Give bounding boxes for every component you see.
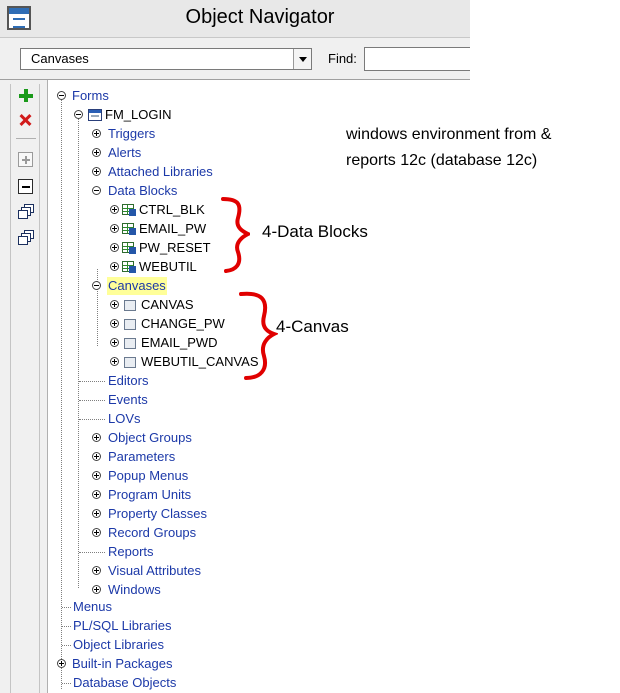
plus-green-icon[interactable]: [18, 88, 34, 104]
data-block-icon: [122, 223, 136, 235]
tree-node-data-blocks[interactable]: Data Blocks: [48, 182, 248, 200]
data-block-icon: [122, 242, 136, 254]
canvas-icon: [124, 300, 136, 311]
expand-toggle-icon[interactable]: [92, 471, 101, 480]
tree-node-canvas[interactable]: WEBUTIL_CANVAS: [48, 353, 268, 371]
expand-toggle-icon[interactable]: [92, 490, 101, 499]
environment-note: windows environment from & reports 12c (…: [346, 122, 616, 174]
context-dropdown[interactable]: Canvases: [20, 48, 312, 70]
expand-toggle-icon[interactable]: [57, 659, 66, 668]
form-module-icon: [88, 109, 102, 121]
data-block-icon: [122, 204, 136, 216]
title-bar[interactable]: Object Navigator: [0, 0, 470, 38]
stack-collapse-icon[interactable]: [18, 230, 36, 248]
stack-expand-icon[interactable]: [18, 204, 36, 222]
tree-node-canvas[interactable]: CANVAS: [48, 296, 268, 314]
canvas-bracket: [239, 291, 278, 380]
canvas-icon: [124, 357, 136, 368]
expand-toggle-icon[interactable]: [92, 167, 101, 176]
collapse-toggle-icon[interactable]: [74, 110, 83, 119]
tree-node-triggers[interactable]: Triggers: [48, 125, 248, 143]
expand-toggle-icon[interactable]: [110, 243, 119, 252]
expand-toggle-icon[interactable]: [92, 585, 101, 594]
canvas-icon: [124, 338, 136, 349]
tree-node-object-groups[interactable]: Object Groups: [48, 429, 248, 447]
object-navigator-window: Object Navigator Canvases Find: Forms FM…: [0, 0, 470, 693]
tree-node-block[interactable]: CTRL_BLK: [48, 201, 248, 219]
tree-node-builtin-packages[interactable]: Built-in Packages: [48, 655, 248, 673]
expand-toggle-icon[interactable]: [92, 452, 101, 461]
tree-node-events[interactable]: Events: [48, 391, 248, 409]
canvas-icon: [124, 319, 136, 330]
find-label: Find:: [328, 51, 357, 66]
context-dropdown-value: Canvases: [31, 51, 89, 66]
x-red-icon[interactable]: [18, 112, 34, 128]
collapse-box-icon[interactable]: [18, 179, 33, 194]
tree-node-database-objects[interactable]: Database Objects: [48, 674, 248, 692]
canvas-note: 4-Canvas: [276, 317, 349, 336]
expand-toggle-icon[interactable]: [110, 338, 119, 347]
tree-node-object-libraries[interactable]: Object Libraries: [48, 636, 248, 654]
tree-node-fm-login[interactable]: FM_LOGIN: [48, 106, 248, 124]
expand-toggle-icon[interactable]: [110, 319, 119, 328]
vertical-toolbar: [0, 80, 48, 693]
window-title: Object Navigator: [185, 6, 335, 28]
tree-node-canvases[interactable]: Canvases: [48, 277, 248, 295]
expand-toggle-icon[interactable]: [110, 300, 119, 309]
expand-toggle-icon[interactable]: [92, 148, 101, 157]
environment-note-line-2: reports 12c (database 12c): [346, 152, 538, 169]
tree-node-windows[interactable]: Windows: [48, 581, 248, 599]
collapse-toggle-icon[interactable]: [92, 281, 101, 290]
tree-node-visual-attributes[interactable]: Visual Attributes: [48, 562, 248, 580]
object-navigator-icon: [7, 6, 31, 30]
tree-node-canvas[interactable]: CHANGE_PW: [48, 315, 268, 333]
collapse-toggle-icon[interactable]: [92, 186, 101, 195]
expand-toggle-icon[interactable]: [110, 262, 119, 271]
expand-toggle-icon[interactable]: [110, 224, 119, 233]
tree-node-menus[interactable]: Menus: [48, 598, 248, 616]
tree-node-block[interactable]: PW_RESET: [48, 239, 248, 257]
tree-node-editors[interactable]: Editors: [48, 372, 248, 390]
environment-note-line-1: windows environment from &: [346, 126, 552, 143]
tree-node-forms[interactable]: Forms: [48, 87, 248, 105]
expand-toggle-icon[interactable]: [92, 528, 101, 537]
expand-toggle-icon[interactable]: [92, 129, 101, 138]
tree-node-property-classes[interactable]: Property Classes: [48, 505, 248, 523]
expand-toggle-icon[interactable]: [110, 357, 119, 366]
expand-box-icon[interactable]: [18, 152, 33, 167]
tree-node-popup-menus[interactable]: Popup Menus: [48, 467, 248, 485]
find-input[interactable]: [364, 47, 470, 71]
data-blocks-bracket: [221, 197, 250, 273]
navigator-toolbar: Canvases Find:: [0, 38, 470, 80]
tree-node-plsql-libraries[interactable]: PL/SQL Libraries: [48, 617, 248, 635]
tree-node-reports[interactable]: Reports: [48, 543, 248, 561]
tree-node-lovs[interactable]: LOVs: [48, 410, 248, 428]
expand-toggle-icon[interactable]: [92, 566, 101, 575]
vertical-toolbar-panel: [10, 84, 40, 693]
collapse-toggle-icon[interactable]: [57, 91, 66, 100]
tree-node-record-groups[interactable]: Record Groups: [48, 524, 248, 542]
data-blocks-note: 4-Data Blocks: [262, 222, 368, 241]
tree-node-program-units[interactable]: Program Units: [48, 486, 248, 504]
toolbar-separator: [16, 138, 36, 139]
expand-toggle-icon[interactable]: [92, 509, 101, 518]
tree-node-attached-libraries[interactable]: Attached Libraries: [48, 163, 248, 181]
expand-toggle-icon[interactable]: [92, 433, 101, 442]
expand-toggle-icon[interactable]: [110, 205, 119, 214]
tree-node-block[interactable]: WEBUTIL: [48, 258, 248, 276]
tree-node-parameters[interactable]: Parameters: [48, 448, 248, 466]
data-block-icon: [122, 261, 136, 273]
chevron-down-icon[interactable]: [293, 49, 311, 69]
tree-node-block[interactable]: EMAIL_PW: [48, 220, 248, 238]
tree-node-alerts[interactable]: Alerts: [48, 144, 248, 162]
tree-node-canvas[interactable]: EMAIL_PWD: [48, 334, 268, 352]
